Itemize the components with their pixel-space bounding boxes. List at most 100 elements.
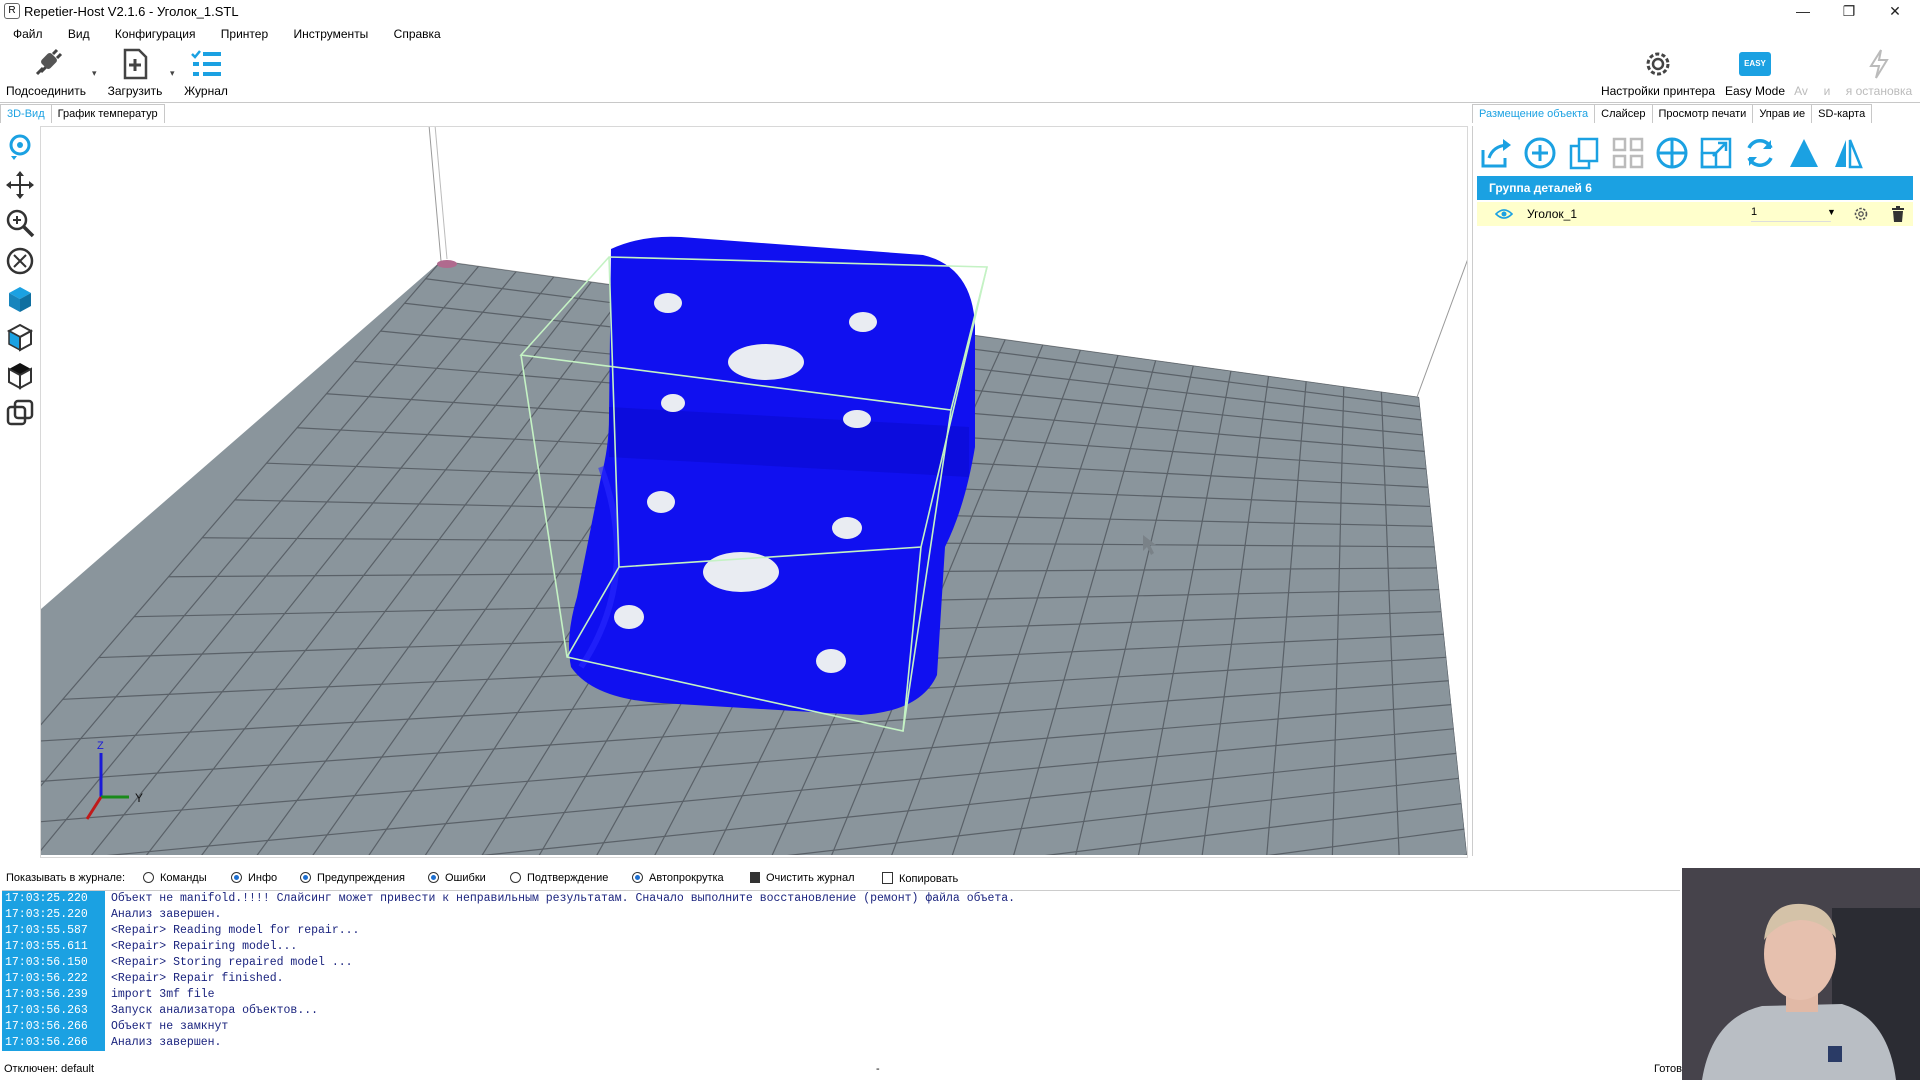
menu-file[interactable]: Файл [4, 24, 52, 44]
copy-log-label: Копировать [899, 873, 959, 885]
model-bracket[interactable] [569, 236, 975, 715]
eye-icon[interactable] [1495, 208, 1513, 220]
status-middle: - [876, 1063, 880, 1075]
rotate-object-icon[interactable] [1743, 136, 1777, 170]
mirror-object-icon[interactable] [1831, 136, 1865, 170]
log-opt-info[interactable]: Инфо [231, 872, 277, 884]
status-bar: Отключен: default - Готов [0, 1060, 1920, 1080]
log-opt-commands[interactable]: Команды [143, 872, 207, 884]
cut-object-icon[interactable] [1787, 136, 1821, 170]
log-opt-warnings[interactable]: Предупреждения [300, 872, 405, 884]
menu-config[interactable]: Конфигурация [106, 24, 205, 44]
menu-tools[interactable]: Инструменты [284, 24, 377, 44]
app-icon: R [4, 3, 20, 19]
log-message: Объект не manifold.!!!! Слайсинг может п… [111, 892, 1016, 905]
parallel-view-tool[interactable] [0, 394, 40, 432]
log-message: Объект не замкнут [111, 1020, 229, 1033]
radio-warnings[interactable] [300, 872, 311, 883]
menu-printer[interactable]: Принтер [212, 24, 277, 44]
log-time: 17:03:55.611 [2, 939, 105, 955]
radio-commands[interactable] [143, 872, 154, 883]
log-message: Анализ завершен. [111, 908, 222, 921]
copy-icon [882, 872, 893, 884]
trash-icon[interactable] [1891, 206, 1905, 222]
settings-gear-icon[interactable] [1853, 206, 1869, 222]
front-view-tool[interactable] [0, 318, 40, 356]
menu-view[interactable]: Вид [59, 24, 99, 44]
add-object-icon[interactable] [1523, 136, 1557, 170]
top-view-tool[interactable] [0, 356, 40, 394]
copy-frames-icon [6, 399, 34, 426]
log-opt-autoscroll[interactable]: Автопрокрутка [632, 872, 724, 884]
clear-log-button[interactable]: Очистить журнал [750, 872, 855, 884]
tab-sd-card[interactable]: SD-карта [1811, 104, 1873, 123]
log-opt-errors[interactable]: Ошибки [428, 872, 486, 884]
log-opt-acks[interactable]: Подтверждение [510, 872, 608, 884]
log-label: Журнал [184, 84, 228, 98]
log-button[interactable]: Журнал [180, 48, 232, 102]
bed-origin-marker [437, 260, 457, 268]
tab-slicer[interactable]: Слайсер [1594, 104, 1653, 123]
log-opt-autoscroll-label: Автопрокрутка [649, 872, 724, 884]
scale-object-icon[interactable] [1699, 136, 1733, 170]
printer-settings-button[interactable]: Настройки принтера [1598, 48, 1718, 102]
viewport-3d[interactable]: Z Y [40, 126, 1468, 858]
log-message: import 3mf file [111, 988, 215, 1001]
copies-select[interactable]: 1 [1751, 206, 1831, 222]
radio-acks[interactable] [510, 872, 521, 883]
chevron-down-icon[interactable]: ▼ [1827, 207, 1836, 217]
radio-errors[interactable] [428, 872, 439, 883]
emergency-stop-button[interactable]: я остановка [1840, 48, 1918, 102]
object-row[interactable]: Уголок_1 1 ▼ [1477, 202, 1913, 226]
log-message: <Repair> Reading model for repair... [111, 924, 360, 937]
close-button[interactable]: ✕ [1872, 0, 1918, 22]
rotate-view-tool[interactable] [0, 128, 40, 166]
tab-object-placement[interactable]: Размещение объекта [1472, 104, 1596, 123]
tab-3d-view[interactable]: 3D-Вид [0, 104, 52, 123]
scene-canvas[interactable]: Z Y [41, 127, 1467, 857]
log-filter-label: Показывать в журнале: [6, 872, 126, 884]
export-icon[interactable] [1479, 136, 1513, 170]
presenter-image [1682, 868, 1920, 1080]
iso-view-tool[interactable] [0, 280, 40, 318]
connection-status: Отключен: default [4, 1063, 95, 1075]
webcam-overlay [1682, 868, 1920, 1080]
log-row: 17:03:56.266 Объект не замкнут [2, 1019, 1680, 1035]
list-check-icon [191, 50, 221, 76]
autoposition-icon[interactable] [1611, 136, 1645, 170]
copy-log-button[interactable]: Копировать [882, 872, 958, 885]
window-title: Repetier-Host V2.1.6 - Уголок_1.STL [24, 4, 239, 19]
easy-mode-button[interactable]: EASY Easy Mode [1722, 48, 1788, 102]
zoom-view-tool[interactable] [0, 204, 40, 242]
log-filter-bar: Показывать в журнале: Команды Инфо Преду… [0, 868, 1680, 890]
tab-temperature-graph[interactable]: График температур [50, 104, 165, 123]
object-group-header[interactable]: Группа деталей 6 [1477, 176, 1913, 200]
cube-front-icon [6, 323, 34, 352]
menu-help[interactable]: Справка [385, 24, 450, 44]
tab-control[interactable]: Управ ие [1752, 104, 1813, 123]
radio-autoscroll[interactable] [632, 872, 643, 883]
load-dropdown-icon[interactable]: ▾ [170, 68, 178, 79]
radio-info[interactable] [231, 872, 242, 883]
zoom-icon [6, 209, 35, 238]
copy-object-icon[interactable] [1567, 136, 1601, 170]
minimize-button[interactable]: — [1780, 0, 1826, 22]
center-object-icon[interactable] [1655, 136, 1689, 170]
connect-button[interactable]: Подсоединить [4, 48, 88, 102]
cube-iso-icon [9, 287, 31, 312]
lightning-icon [1869, 49, 1889, 79]
log-panel[interactable]: 17:03:25.220 Объект не manifold.!!!! Слай… [2, 890, 1680, 1057]
axis-y-label: Y [135, 791, 143, 805]
plug-icon [35, 48, 63, 76]
main-toolbar: Подсоединить ▾ Загрузить ▾ Журнал Настро… [0, 48, 1920, 103]
easy-mode-icon: EASY [1739, 52, 1771, 76]
restore-button[interactable]: ❐ [1826, 0, 1872, 22]
tab-print-preview[interactable]: Просмотр печати [1651, 104, 1754, 123]
title-bar: R Repetier-Host V2.1.6 - Уголок_1.STL — … [0, 0, 1920, 22]
connect-dropdown-icon[interactable]: ▾ [92, 68, 100, 79]
disabled-label-b: и [1823, 84, 1831, 98]
load-button[interactable]: Загрузить [104, 48, 166, 102]
printer-settings-label: Настройки принтера [1600, 84, 1716, 98]
fit-view-tool[interactable] [0, 242, 40, 280]
move-view-tool[interactable] [0, 166, 40, 204]
